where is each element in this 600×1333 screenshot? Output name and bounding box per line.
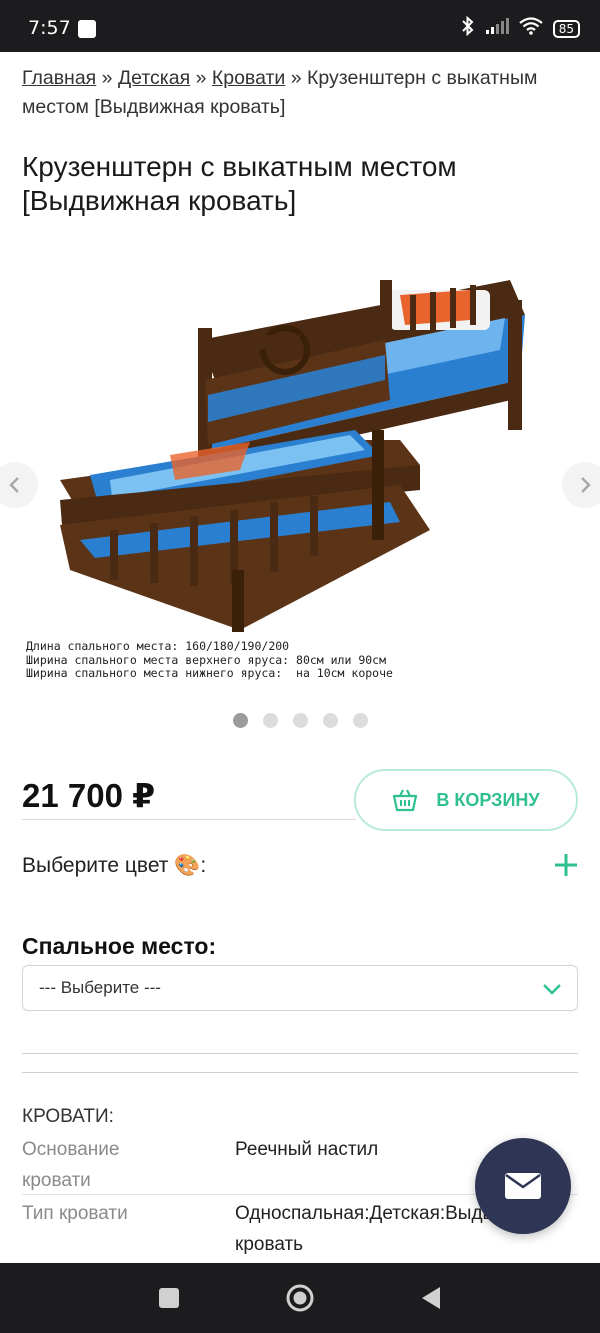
caption-line: Ширина спального места нижнего яруса: на… [26,666,393,680]
back-triangle-icon [422,1287,440,1309]
spec-key-line: Основание [22,1139,120,1160]
gallery-next-button[interactable] [562,462,600,508]
status-time: 7:57 [28,17,71,39]
home-button[interactable] [285,1283,315,1313]
gallery-pagination [233,713,368,728]
product-price: 21 700 ₽ [22,777,156,814]
gallery-dot[interactable] [353,713,368,728]
spec-key: Тип кровати [22,1203,128,1224]
recent-apps-button[interactable] [154,1283,184,1313]
battery-indicator: 85 [552,19,580,38]
add-to-cart-button[interactable]: В КОРЗИНУ [354,769,578,831]
divider [22,1072,578,1073]
signal-icon [485,17,509,40]
spec-key-line: кровати [22,1170,91,1191]
expand-color-button[interactable] [550,852,582,884]
sleeping-place-label: Спальное место: [22,933,217,959]
add-to-cart-label: В КОРЗИНУ [436,789,540,810]
wifi-icon [519,17,543,40]
notification-icon [78,20,96,38]
gallery-dot[interactable] [233,713,248,728]
breadcrumb-kids-link[interactable]: Детская [118,67,190,89]
breadcrumb-beds-link[interactable]: Кровати [212,67,285,89]
caption-line: Ширина спального места верхнего яруса: 8… [26,652,387,667]
spec-value-line: кровать [235,1234,304,1255]
basket-icon [393,789,418,812]
product-image [60,280,525,632]
chevron-down-icon [543,984,561,995]
bluetooth-icon [461,15,475,41]
breadcrumb: Главная » Детская » Кровати » Крузенштер… [22,64,578,122]
image-caption: Длина спального места: 160/180/190/200 Ш… [26,639,393,681]
spec-key: Основание кровати [22,1134,202,1196]
color-option-label: Выберите цвет 🎨: [22,854,207,877]
breadcrumb-separator: » [101,67,113,89]
caption-line: Длина спального места: 160/180/190/200 [26,639,290,653]
divider [22,819,356,820]
back-button[interactable] [416,1283,446,1313]
gallery-dot[interactable] [293,713,308,728]
specs-heading: КРОВАТИ: [22,1106,114,1127]
circle-icon [286,1284,314,1312]
sleeping-place-select[interactable]: --- Выберите --- [22,965,578,1011]
breadcrumb-home-link[interactable]: Главная [22,67,96,89]
gallery-dot[interactable] [323,713,338,728]
plus-icon [555,854,577,876]
square-icon [159,1288,179,1308]
breadcrumb-current-cont: местом [Выдвижная кровать] [22,96,286,118]
breadcrumb-separator: » [195,67,207,89]
divider [22,1053,578,1054]
system-nav-bar [0,1263,600,1333]
status-bar: 7:57 85 [0,0,600,52]
gallery-dot[interactable] [263,713,278,728]
chevron-right-icon [581,477,591,493]
page-title: Крузенштерн с выкатным местом [Выдвижная… [22,150,578,218]
select-value: --- Выберите --- [39,978,161,997]
chevron-left-icon [9,477,19,493]
page-title-line1: Крузенштерн с выкатным местом [22,151,457,182]
product-gallery[interactable]: Длина спального места: 160/180/190/200 Ш… [0,240,600,700]
status-icons: 85 [461,15,580,41]
mail-icon [505,1173,541,1199]
contact-fab-button[interactable] [475,1138,571,1234]
breadcrumb-current: Крузенштерн с выкатным [307,67,538,89]
breadcrumb-separator: » [290,67,302,89]
page-title-line2: [Выдвижная кровать] [22,185,297,216]
